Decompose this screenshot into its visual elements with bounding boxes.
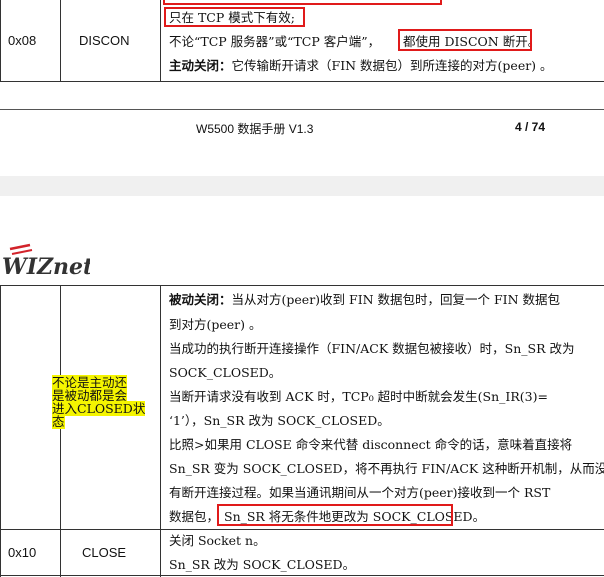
command-code: 0x10 (8, 545, 37, 560)
description-line: 数据包， (169, 509, 219, 524)
table-line (0, 285, 604, 286)
description-line: 被动关闭：当从对方(peer)收到 FIN 数据包时，回复一个 FIN 数据包 (169, 292, 560, 307)
description-line: Sn_SR 改为 SOCK_CLOSED。 (169, 557, 356, 572)
description-line: SOCK_CLOSED。 (169, 365, 282, 380)
table-line (0, 575, 604, 576)
table-line (160, 285, 161, 577)
page-number: 4 / 74 (515, 120, 546, 134)
footer-title: W5500 数据手册 V1.3 (196, 122, 314, 136)
active-close-text: 它传输断开请求（FIN 数据包）到所连接的对方(peer) 。 (231, 58, 553, 73)
command-name: DISCON (79, 33, 130, 48)
red-annotation-box (217, 504, 453, 526)
svg-text:WIZnet: WIZnet (2, 254, 90, 279)
active-close-label: 主动关闭： (169, 58, 232, 73)
annotation-line: 进入CLOSED状 (52, 401, 146, 416)
red-annotation-box (163, 0, 442, 5)
red-annotation-box (164, 7, 305, 27)
passive-close-label: 被动关闭： (169, 292, 232, 307)
rst-packet-text: 数据包， (169, 509, 220, 524)
description-line: 主动关闭：它传输断开请求（FIN 数据包）到所连接的对方(peer) 。 (169, 58, 553, 73)
page-gap (0, 176, 604, 196)
description-line: 关闭 Socket n。 (169, 533, 266, 548)
description-line: ‘1’），Sn_SR 改为 SOCK_CLOSED。 (169, 413, 390, 428)
command-name: CLOSE (82, 545, 127, 560)
passive-close-text: 当从对方(peer)收到 FIN 数据包时，回复一个 FIN 数据包 (231, 292, 561, 307)
logo-mark: WIZnet (2, 243, 93, 280)
table-line (0, 0, 1, 82)
description-line: Sn_SR 变为 SOCK_CLOSED，将不再执行 FIN/ACK 这种断开机… (169, 461, 604, 476)
annotation-line: 态 (52, 414, 65, 429)
table-line (0, 81, 604, 82)
table-line (60, 285, 61, 577)
description-line: 比照>如果用 CLOSE 命令来代替 disconnect 命令的话，意味着直接… (169, 437, 573, 452)
command-code: 0x08 (8, 33, 37, 48)
table-line (60, 0, 61, 82)
description-line: 有断开连接过程。如果当通讯期间从一个对方(peer)接收到一个 RST (169, 485, 551, 500)
highlight-annotation: 不论是主动还 是被动都是会 进入CLOSED状 态 (52, 375, 156, 429)
table-line (0, 285, 1, 577)
red-annotation-box (398, 29, 532, 51)
description-line: 当成功的执行断开连接操作（FIN/ACK 数据包被接收）时，Sn_SR 改为 (169, 341, 575, 356)
description-line: 不论“TCP 服务器”或“TCP 客户端”， (169, 34, 380, 49)
table-line (0, 529, 604, 530)
description-line: 当断开请求没有收到 ACK 时，TCP₀ 超时中断就会发生(Sn_IR(3)= (169, 389, 548, 404)
wiznet-logo: WIZnet (0, 241, 93, 280)
footer-rule (0, 109, 604, 110)
table-line (160, 0, 161, 82)
description-line: 到对方(peer) 。 (169, 317, 262, 332)
server-client-text: 不论“TCP 服务器”或“TCP 客户端”， (169, 34, 381, 49)
